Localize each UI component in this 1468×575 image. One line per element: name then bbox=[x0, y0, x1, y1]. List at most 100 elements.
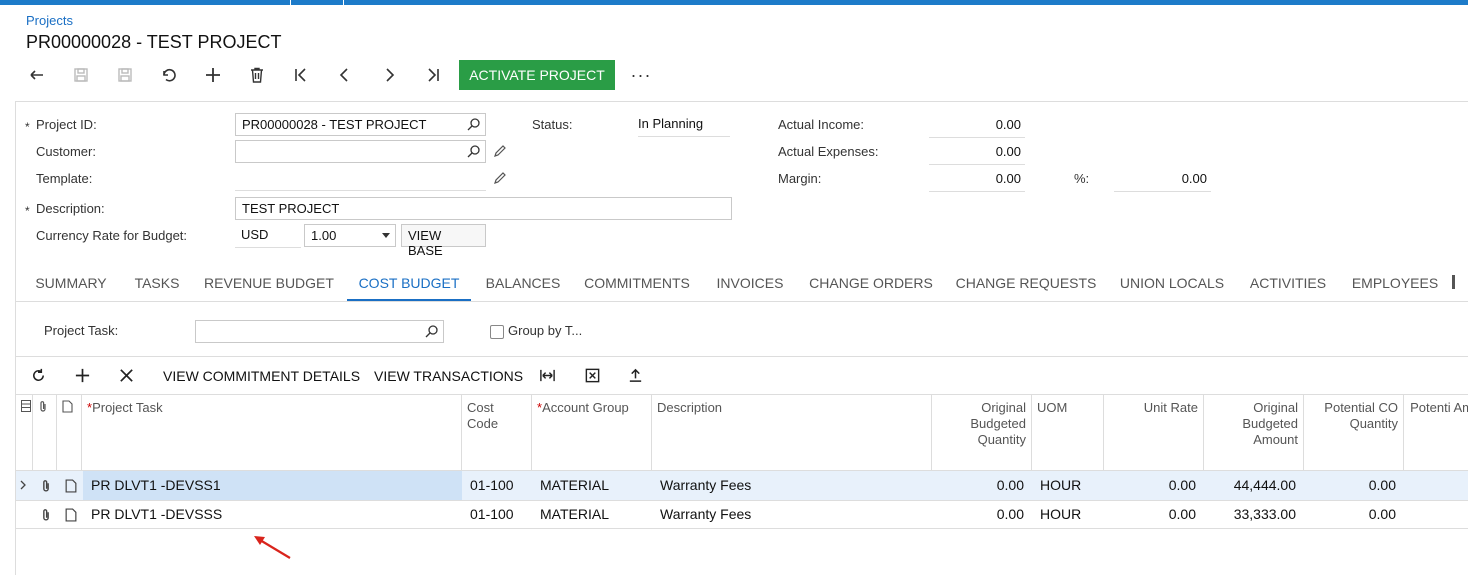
tab-change-requests[interactable]: CHANGE REQUESTS bbox=[952, 263, 1100, 301]
save-close-icon[interactable] bbox=[110, 60, 140, 90]
col-uom-header[interactable]: UOM bbox=[1032, 394, 1104, 471]
note-icon[interactable] bbox=[64, 508, 78, 522]
cell-potential-co-quantity[interactable]: 0.00 bbox=[1304, 500, 1404, 529]
tab-cost-budget[interactable]: COST BUDGET bbox=[347, 263, 471, 301]
search-icon[interactable] bbox=[467, 117, 481, 131]
fit-columns-icon[interactable] bbox=[539, 357, 556, 394]
tab-union-locals[interactable]: UNION LOCALS bbox=[1115, 263, 1229, 301]
add-icon[interactable] bbox=[198, 60, 228, 90]
table-row[interactable]: PR DLVT1 -DEVSSS 01-100 MATERIAL Warrant… bbox=[16, 500, 1468, 529]
delete-icon[interactable] bbox=[242, 60, 272, 90]
cell-uom[interactable]: HOUR bbox=[1032, 500, 1104, 529]
note-icon[interactable] bbox=[64, 479, 78, 493]
cell-account-group[interactable]: MATERIAL bbox=[532, 500, 652, 529]
back-icon[interactable] bbox=[22, 60, 52, 90]
next-record-icon[interactable] bbox=[374, 60, 404, 90]
breadcrumb[interactable]: Projects bbox=[26, 13, 73, 28]
actual-income-label: Actual Income: bbox=[778, 117, 864, 132]
cell-uom[interactable]: HOUR bbox=[1032, 471, 1104, 500]
template-field[interactable] bbox=[235, 167, 486, 191]
tab-activities[interactable]: ACTIVITIES bbox=[1243, 263, 1333, 301]
view-transactions-button[interactable]: VIEW TRANSACTIONS bbox=[374, 357, 523, 394]
top-accent-bar bbox=[0, 0, 1468, 5]
currency-field[interactable]: USD bbox=[235, 224, 301, 248]
search-icon[interactable] bbox=[467, 144, 481, 158]
tab-revenue-budget[interactable]: REVENUE BUDGET bbox=[200, 263, 338, 301]
note-icon bbox=[62, 400, 73, 413]
tab-balances[interactable]: BALANCES bbox=[481, 263, 565, 301]
row-selector-header[interactable] bbox=[16, 394, 33, 471]
paperclip-icon[interactable] bbox=[39, 479, 53, 493]
delete-row-icon[interactable] bbox=[118, 357, 135, 394]
upload-icon[interactable] bbox=[627, 357, 644, 394]
view-commitment-details-button[interactable]: VIEW COMMITMENT DETAILS bbox=[163, 357, 360, 394]
cell-original-budgeted-quantity[interactable]: 0.00 bbox=[932, 500, 1032, 529]
table-row[interactable]: PR DLVT1 -DEVSS1 01-100 MATERIAL Warrant… bbox=[16, 471, 1468, 500]
cell-original-budgeted-amount[interactable]: 44,444.00 bbox=[1204, 471, 1304, 500]
search-icon[interactable] bbox=[425, 324, 439, 338]
project-id-field[interactable]: PR00000028 - TEST PROJECT bbox=[235, 113, 486, 136]
description-field[interactable]: TEST PROJECT bbox=[235, 197, 732, 220]
save-icon[interactable] bbox=[66, 60, 96, 90]
tab-change-orders[interactable]: CHANGE ORDERS bbox=[804, 263, 938, 301]
project-task-filter-field[interactable] bbox=[195, 320, 444, 343]
customer-field[interactable] bbox=[235, 140, 486, 163]
previous-record-icon[interactable] bbox=[330, 60, 360, 90]
activate-project-button[interactable]: ACTIVATE PROJECT bbox=[459, 60, 615, 90]
add-row-icon[interactable] bbox=[74, 357, 91, 394]
tab-invoices[interactable]: INVOICES bbox=[710, 263, 790, 301]
col-original-budgeted-amount-header[interactable]: Original Budgeted Amount bbox=[1204, 394, 1304, 471]
refresh-icon[interactable] bbox=[30, 357, 47, 394]
cell-original-budgeted-amount[interactable]: 33,333.00 bbox=[1204, 500, 1304, 529]
tab-overflow-indicator bbox=[1452, 275, 1455, 289]
cost-budget-grid: *Project Task Cost Code *Account Group D… bbox=[15, 394, 1468, 575]
actual-expenses-value: 0.00 bbox=[929, 141, 1025, 165]
col-account-group-header[interactable]: *Account Group bbox=[532, 394, 652, 471]
edit-pencil-icon[interactable] bbox=[493, 144, 507, 158]
col-account-group-label: Account Group bbox=[542, 400, 629, 415]
revert-icon[interactable] bbox=[154, 60, 184, 90]
cell-account-group[interactable]: MATERIAL bbox=[532, 471, 652, 500]
cell-cost-code[interactable]: 01-100 bbox=[462, 471, 532, 500]
tab-employees[interactable]: EMPLOYEES bbox=[1347, 263, 1443, 301]
columns-icon[interactable] bbox=[21, 400, 31, 412]
cell-original-budgeted-quantity[interactable]: 0.00 bbox=[932, 471, 1032, 500]
group-by-label: Group by T... bbox=[508, 323, 583, 338]
grid-toolbar: VIEW COMMITMENT DETAILS VIEW TRANSACTION… bbox=[15, 357, 1468, 394]
col-description-header[interactable]: Description bbox=[652, 394, 932, 471]
col-potential-co-quantity-header[interactable]: Potential CO Quantity bbox=[1304, 394, 1404, 471]
cell-potential-co-quantity[interactable]: 0.00 bbox=[1304, 471, 1404, 500]
group-by-checkbox[interactable] bbox=[490, 325, 504, 339]
paperclip-icon[interactable] bbox=[39, 508, 53, 522]
project-id-label: Project ID: bbox=[36, 117, 97, 132]
tab-commitments[interactable]: COMMITMENTS bbox=[580, 263, 694, 301]
cell-description[interactable]: Warranty Fees bbox=[652, 500, 932, 529]
export-excel-icon[interactable] bbox=[584, 357, 601, 394]
rate-select[interactable]: 1.00 bbox=[304, 224, 396, 247]
row-expand-chevron-icon[interactable] bbox=[20, 480, 27, 490]
tab-tasks[interactable]: TASKS bbox=[124, 263, 190, 301]
col-original-budgeted-quantity-header[interactable]: Original Budgeted Quantity bbox=[932, 394, 1032, 471]
required-mark: * bbox=[25, 204, 30, 218]
edit-pencil-icon[interactable] bbox=[493, 171, 507, 185]
col-project-task-header[interactable]: *Project Task bbox=[82, 394, 462, 471]
cell-unit-rate[interactable]: 0.00 bbox=[1104, 471, 1204, 500]
status-label: Status: bbox=[532, 117, 573, 132]
tab-summary[interactable]: SUMMARY bbox=[27, 263, 115, 301]
cell-project-task[interactable]: PR DLVT1 -DEVSSS bbox=[83, 500, 462, 529]
col-unit-rate-header[interactable]: Unit Rate bbox=[1104, 394, 1204, 471]
cell-description[interactable]: Warranty Fees bbox=[652, 471, 932, 500]
note-header bbox=[57, 394, 82, 471]
last-record-icon[interactable] bbox=[418, 60, 448, 90]
margin-percent-value: 0.00 bbox=[1114, 168, 1211, 192]
cell-cost-code[interactable]: 01-100 bbox=[462, 500, 532, 529]
cell-project-task[interactable]: PR DLVT1 -DEVSS1 bbox=[83, 471, 462, 500]
col-potential-amount-header[interactable]: Potenti Am bbox=[1404, 394, 1468, 471]
col-cost-code-header[interactable]: Cost Code bbox=[462, 394, 532, 471]
cell-unit-rate[interactable]: 0.00 bbox=[1104, 500, 1204, 529]
first-record-icon[interactable] bbox=[286, 60, 316, 90]
description-label: Description: bbox=[36, 201, 105, 216]
view-base-button[interactable]: VIEW BASE bbox=[401, 224, 486, 258]
required-mark: * bbox=[25, 120, 30, 134]
more-actions-icon[interactable]: ··· bbox=[628, 60, 654, 90]
